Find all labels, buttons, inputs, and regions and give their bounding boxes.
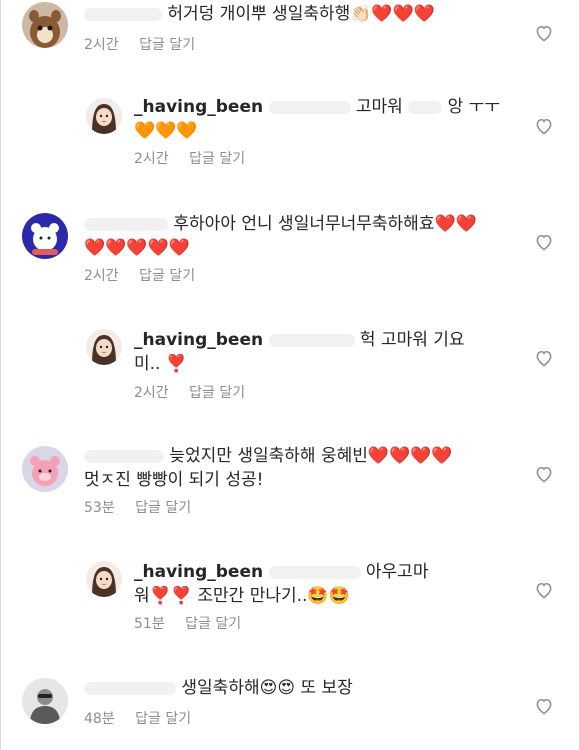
comment-text: 생일축하해😍😍 또 보장 (181, 678, 353, 698)
blurred-username (84, 681, 176, 695)
reply-button[interactable]: 답글 달기 (139, 268, 195, 284)
comment-text: 늦었지만 생일축하해 웅혜빈❤️❤️❤️❤️ (169, 446, 453, 466)
comment-time: 53분 (84, 500, 115, 516)
person-avatar[interactable] (22, 678, 68, 724)
comment-username[interactable]: _having_been (134, 97, 263, 117)
comment-time: 2시간 (134, 151, 169, 167)
girl-avatar[interactable] (86, 98, 122, 134)
blurred-username (84, 217, 168, 231)
comment-username[interactable]: _having_been (134, 330, 263, 350)
comment-text: 허거덩 개이뿌 생일축하행👏🏻❤️❤️❤️ (167, 4, 435, 24)
reply-button[interactable]: 답글 달기 (189, 385, 245, 401)
blurred-username (268, 565, 361, 579)
blurred-username (268, 333, 355, 347)
like-heart-icon[interactable] (534, 696, 554, 716)
blurred-username (268, 100, 351, 114)
comment-time: 51분 (134, 616, 165, 632)
like-heart-icon[interactable] (534, 116, 554, 136)
like-heart-icon[interactable] (534, 464, 554, 484)
comment-text: 멋ㅈ진 빵빵이 되기 성공! (84, 470, 264, 490)
like-heart-icon[interactable] (534, 23, 554, 43)
reply-button[interactable]: 답글 달기 (135, 500, 191, 516)
left-border (0, 0, 1, 750)
comment-text: ❤️❤️❤️❤️❤️ (84, 238, 190, 258)
comment-text: 미.. ❣️ (134, 354, 188, 374)
girl-avatar[interactable] (86, 561, 122, 597)
chipmunk-avatar[interactable] (22, 2, 68, 48)
pink-bear-avatar[interactable] (22, 446, 68, 492)
reply-button[interactable]: 답글 달기 (139, 37, 195, 53)
blurred-username (84, 7, 162, 21)
like-heart-icon[interactable] (534, 232, 554, 252)
like-heart-icon[interactable] (534, 348, 554, 368)
comment-username[interactable]: _having_been (134, 562, 263, 582)
girl-avatar[interactable] (86, 329, 122, 365)
comment-text: 헉 고마워 기요 (359, 330, 465, 350)
comment-time: 2시간 (84, 268, 119, 284)
reply-button[interactable]: 답글 달기 (135, 711, 191, 727)
blurred-text (408, 100, 443, 114)
bear-avatar[interactable] (22, 213, 68, 259)
like-heart-icon[interactable] (534, 580, 554, 600)
comment-text: 고마워 (355, 97, 403, 117)
blurred-username (84, 449, 164, 463)
comment-time: 48분 (84, 711, 115, 727)
comment-text: 🧡🧡🧡 (134, 121, 198, 141)
reply-button[interactable]: 답글 달기 (189, 151, 245, 167)
comment-time: 2시간 (134, 385, 169, 401)
comment-text: 앙 ㅜㅜ (447, 97, 500, 117)
comment-time: 2시간 (84, 37, 119, 53)
reply-button[interactable]: 답글 달기 (185, 616, 241, 632)
comment-text: 후하아아 언니 생일너무너무축하해효❤️❤️ (173, 214, 477, 234)
comment-text: 아우고마 (365, 562, 429, 582)
comment-text: 워❣️❣️ 조만간 만나기..🤩🤩 (134, 586, 350, 606)
